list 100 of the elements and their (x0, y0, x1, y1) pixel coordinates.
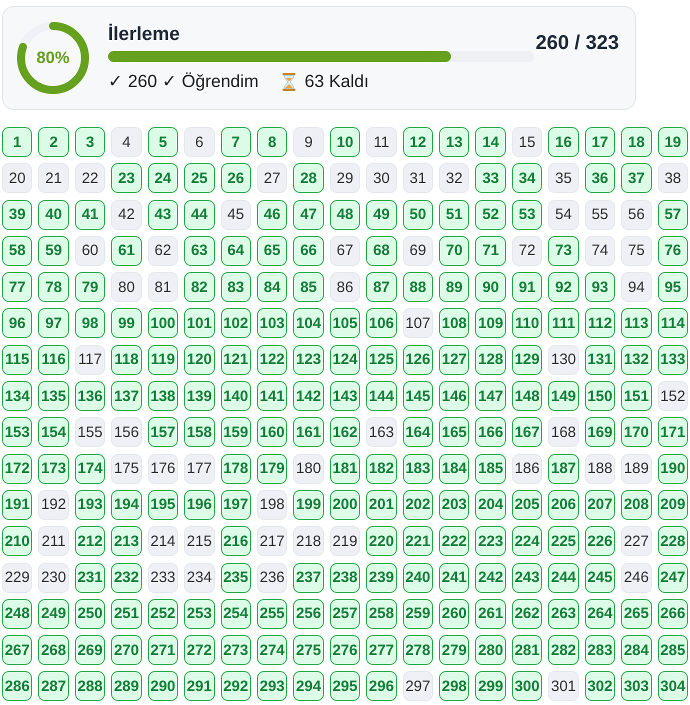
number-tile[interactable]: 60 (74, 236, 106, 266)
number-tile[interactable]: 245 (584, 562, 616, 593)
number-tile[interactable]: 260 (439, 598, 470, 629)
number-tile[interactable]: 25 (184, 163, 215, 194)
number-tile[interactable]: 58 (2, 236, 32, 266)
number-tile[interactable]: 68 (366, 236, 397, 266)
number-tile[interactable]: 137 (111, 381, 142, 412)
number-tile[interactable]: 174 (74, 454, 106, 484)
number-tile[interactable]: 156 (111, 417, 142, 448)
number-tile[interactable]: 53 (512, 200, 542, 230)
number-tile[interactable]: 191 (2, 490, 32, 520)
number-tile[interactable]: 196 (184, 490, 215, 520)
number-tile[interactable]: 238 (330, 562, 360, 593)
number-tile[interactable]: 249 (38, 598, 69, 629)
number-tile[interactable]: 121 (220, 344, 251, 375)
number-tile[interactable]: 79 (74, 272, 106, 302)
number-tile[interactable]: 173 (38, 454, 69, 484)
number-tile[interactable]: 122 (256, 344, 288, 375)
number-tile[interactable]: 271 (148, 635, 178, 666)
number-tile[interactable]: 143 (330, 381, 360, 412)
number-tile[interactable]: 6 (184, 127, 215, 157)
number-tile[interactable]: 270 (111, 635, 142, 666)
number-tile[interactable]: 13 (439, 127, 470, 157)
number-tile[interactable]: 303 (621, 671, 652, 702)
number-tile[interactable]: 113 (621, 308, 652, 338)
number-tile[interactable]: 29 (330, 163, 360, 194)
number-tile[interactable]: 107 (402, 308, 434, 338)
number-tile[interactable]: 242 (475, 562, 506, 593)
number-tile[interactable]: 23 (111, 163, 142, 194)
number-tile[interactable]: 124 (330, 344, 360, 375)
number-tile[interactable]: 128 (475, 344, 506, 375)
number-tile[interactable]: 273 (220, 635, 251, 666)
number-tile[interactable]: 292 (220, 671, 251, 702)
number-tile[interactable]: 223 (475, 526, 506, 556)
number-tile[interactable]: 224 (512, 526, 542, 556)
number-tile[interactable]: 115 (2, 344, 32, 375)
number-tile[interactable]: 182 (366, 454, 397, 484)
number-tile[interactable]: 248 (2, 598, 32, 629)
number-tile[interactable]: 85 (293, 272, 324, 302)
number-tile[interactable]: 197 (220, 490, 251, 520)
number-tile[interactable]: 55 (584, 200, 616, 230)
number-tile[interactable]: 28 (293, 163, 324, 194)
number-tile[interactable]: 202 (402, 490, 434, 520)
number-tile[interactable]: 289 (111, 671, 142, 702)
number-tile[interactable]: 231 (74, 562, 106, 593)
number-tile[interactable]: 269 (74, 635, 106, 666)
number-tile[interactable]: 164 (402, 417, 434, 448)
number-tile[interactable]: 276 (330, 635, 360, 666)
number-tile[interactable]: 185 (475, 454, 506, 484)
number-tile[interactable]: 166 (475, 417, 506, 448)
number-tile[interactable]: 39 (2, 200, 32, 230)
number-tile[interactable]: 184 (439, 454, 470, 484)
number-tile[interactable]: 35 (548, 163, 579, 194)
number-tile[interactable]: 266 (658, 598, 688, 629)
number-tile[interactable]: 232 (111, 562, 142, 593)
number-tile[interactable]: 48 (330, 200, 360, 230)
number-tile[interactable]: 136 (74, 381, 106, 412)
number-tile[interactable]: 31 (402, 163, 434, 194)
number-tile[interactable]: 130 (548, 344, 579, 375)
number-tile[interactable]: 294 (293, 671, 324, 702)
number-tile[interactable]: 203 (439, 490, 470, 520)
number-tile[interactable]: 67 (330, 236, 360, 266)
number-tile[interactable]: 287 (38, 671, 69, 702)
number-tile[interactable]: 209 (658, 490, 688, 520)
number-tile[interactable]: 96 (2, 308, 32, 338)
number-tile[interactable]: 109 (475, 308, 506, 338)
number-tile[interactable]: 290 (148, 671, 178, 702)
number-tile[interactable]: 172 (2, 454, 32, 484)
number-tile[interactable]: 105 (330, 308, 360, 338)
number-tile[interactable]: 154 (38, 417, 69, 448)
number-tile[interactable]: 263 (548, 598, 579, 629)
number-tile[interactable]: 103 (256, 308, 288, 338)
number-tile[interactable]: 11 (366, 127, 397, 157)
number-tile[interactable]: 220 (366, 526, 397, 556)
number-tile[interactable]: 4 (111, 127, 142, 157)
number-tile[interactable]: 212 (74, 526, 106, 556)
number-tile[interactable]: 272 (184, 635, 215, 666)
number-tile[interactable]: 257 (330, 598, 360, 629)
number-tile[interactable]: 59 (38, 236, 69, 266)
number-tile[interactable]: 97 (38, 308, 69, 338)
number-tile[interactable]: 117 (74, 344, 106, 375)
number-tile[interactable]: 133 (658, 344, 688, 375)
number-tile[interactable]: 19 (658, 127, 688, 157)
number-tile[interactable]: 90 (475, 272, 506, 302)
number-tile[interactable]: 17 (584, 127, 616, 157)
number-tile[interactable]: 139 (184, 381, 215, 412)
number-tile[interactable]: 299 (475, 671, 506, 702)
number-tile[interactable]: 69 (402, 236, 434, 266)
number-tile[interactable]: 30 (366, 163, 397, 194)
number-tile[interactable]: 43 (148, 200, 178, 230)
number-tile[interactable]: 167 (512, 417, 542, 448)
number-tile[interactable]: 70 (439, 236, 470, 266)
number-tile[interactable]: 16 (548, 127, 579, 157)
number-tile[interactable]: 18 (621, 127, 652, 157)
number-tile[interactable]: 183 (402, 454, 434, 484)
number-tile[interactable]: 177 (184, 454, 215, 484)
number-tile[interactable]: 108 (439, 308, 470, 338)
number-tile[interactable]: 252 (148, 598, 178, 629)
number-tile[interactable]: 187 (548, 454, 579, 484)
number-tile[interactable]: 193 (74, 490, 106, 520)
